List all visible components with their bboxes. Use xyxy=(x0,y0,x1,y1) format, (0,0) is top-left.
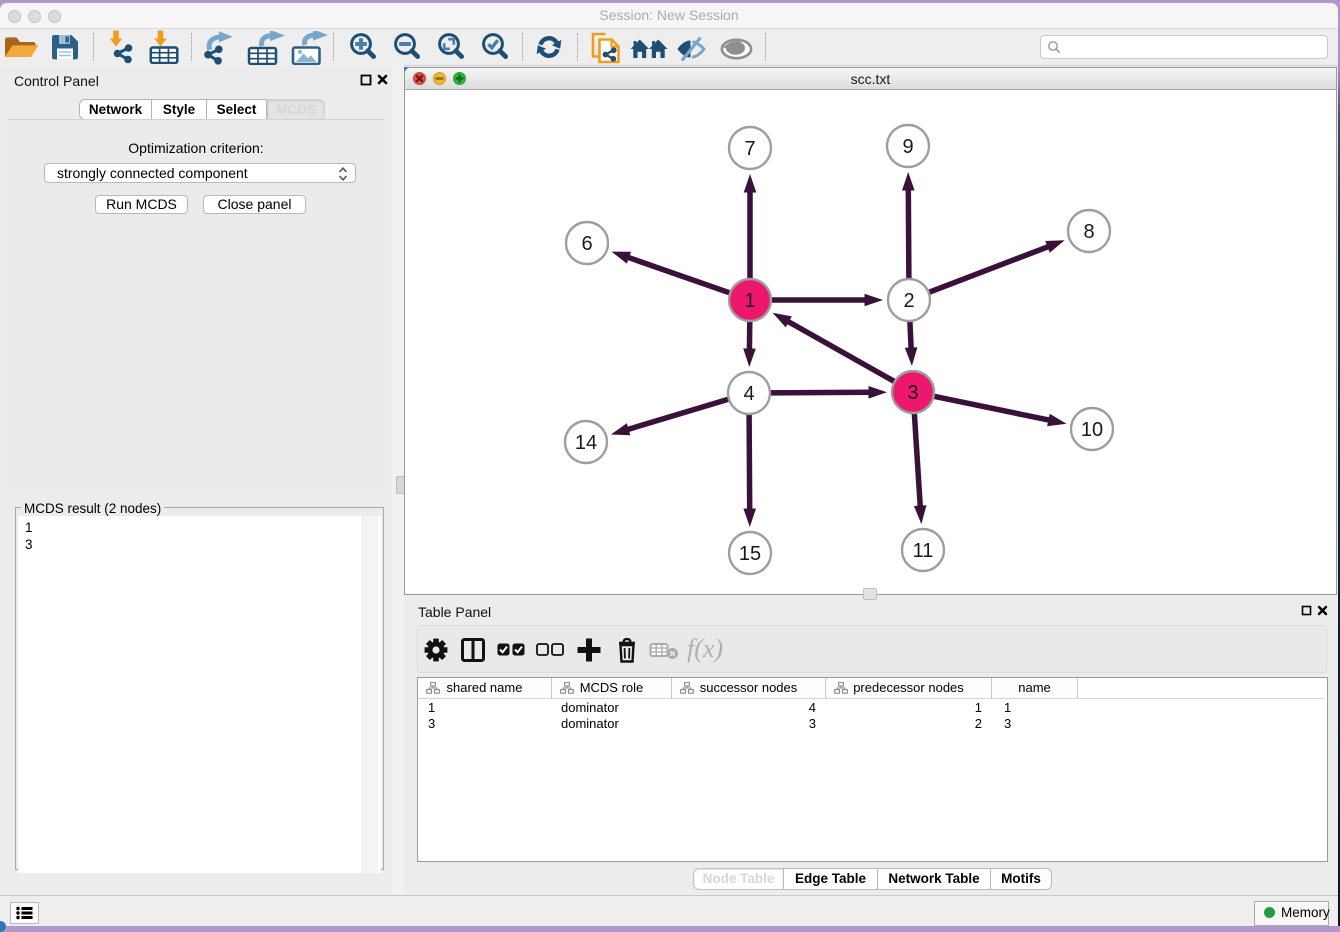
svg-text:7: 7 xyxy=(744,138,755,160)
svg-text:10: 10 xyxy=(1081,419,1103,441)
svg-text:3: 3 xyxy=(907,382,918,404)
svg-text:2: 2 xyxy=(903,290,914,312)
svg-text:11: 11 xyxy=(913,540,934,562)
svg-text:9: 9 xyxy=(902,136,913,158)
svg-text:4: 4 xyxy=(743,383,754,405)
svg-text:6: 6 xyxy=(581,233,592,255)
svg-text:1: 1 xyxy=(744,290,755,312)
svg-text:8: 8 xyxy=(1083,221,1094,243)
svg-text:14: 14 xyxy=(575,432,597,454)
svg-text:15: 15 xyxy=(739,543,761,565)
